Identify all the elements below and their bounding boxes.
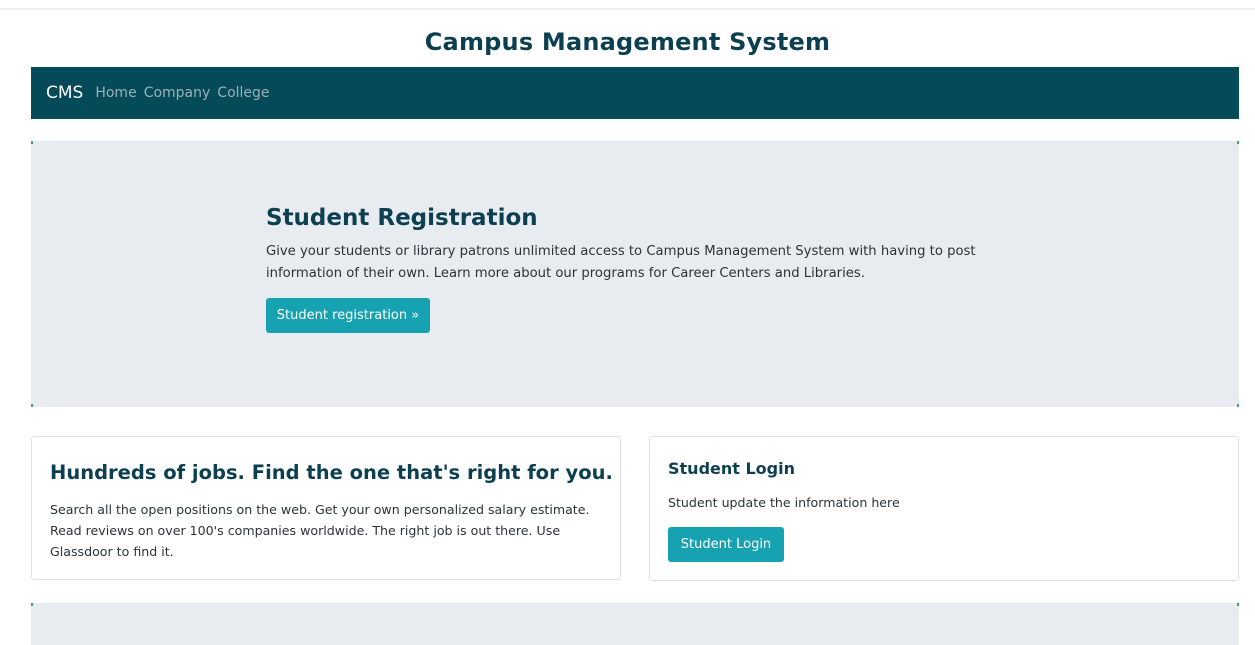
student-login-card: Student Login Student update the informa… <box>649 436 1239 581</box>
corner-marker <box>1237 404 1239 407</box>
corner-marker <box>31 141 33 144</box>
lower-panel <box>31 603 1239 645</box>
student-login-title: Student Login <box>668 459 795 478</box>
registration-heading: Student Registration <box>266 205 538 231</box>
student-login-text: Student update the information here <box>668 495 900 510</box>
student-registration-button[interactable]: Student registration » <box>266 298 430 333</box>
nav-link-home[interactable]: Home <box>95 85 136 101</box>
nav-link-company[interactable]: Company <box>144 85 211 101</box>
nav-link-college[interactable]: College <box>217 85 269 101</box>
top-navbar: CMS Home Company College <box>31 67 1239 119</box>
page-title: Campus Management System <box>424 28 831 56</box>
navbar-brand[interactable]: CMS <box>46 83 83 103</box>
jobs-card-text: Search all the open positions on the web… <box>50 502 590 559</box>
corner-marker <box>31 404 33 407</box>
student-login-button[interactable]: Student Login <box>668 527 784 562</box>
corner-marker <box>1237 141 1239 144</box>
top-divider <box>0 8 1255 10</box>
corner-marker <box>1237 603 1239 606</box>
corner-marker <box>31 603 33 606</box>
jobs-card: Hundreds of jobs. Find the one that's ri… <box>31 436 621 580</box>
jobs-card-title: Hundreds of jobs. Find the one that's ri… <box>50 461 613 484</box>
registration-description: Give your students or library patrons un… <box>266 244 976 281</box>
